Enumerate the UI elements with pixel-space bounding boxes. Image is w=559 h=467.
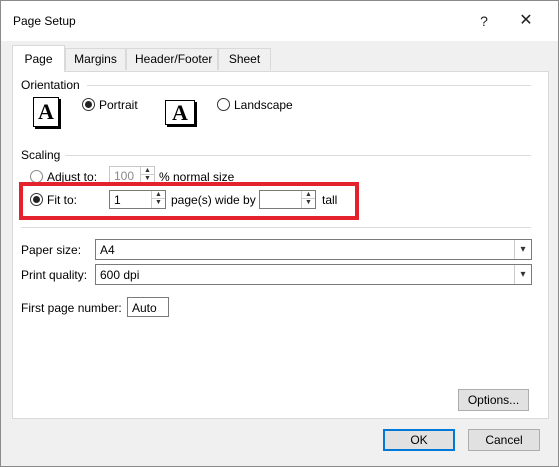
portrait-label[interactable]: Portrait [99,98,138,112]
fit-wide-suffix: page(s) wide by [171,193,256,207]
spin-up-icon[interactable]: ▲ [141,167,154,175]
paper-size-select[interactable]: A4 ▾ [95,239,532,260]
fit-to-label[interactable]: Fit to: [47,193,77,207]
landscape-icon: A [165,100,195,125]
chevron-down-icon[interactable]: ▾ [514,240,531,259]
fit-wide-arrows: ▲ ▼ [151,191,165,208]
help-icon[interactable]: ? [473,10,495,32]
fit-wide-value: 1 [114,193,121,207]
paper-divider [21,227,531,228]
fit-tall-suffix: tall [322,193,338,207]
close-icon[interactable]: ✕ [515,10,537,32]
spin-up-icon[interactable]: ▲ [302,191,315,199]
options-button[interactable]: Options... [458,389,529,411]
fit-to-radio[interactable] [30,193,43,206]
landscape-radio[interactable] [217,98,230,111]
spin-down-icon[interactable]: ▼ [152,199,165,207]
first-page-number-label: First page number: [21,301,122,315]
orientation-divider [87,85,531,86]
tab-sheet[interactable]: Sheet [218,48,271,70]
paper-size-value: A4 [100,243,115,257]
cancel-button[interactable]: Cancel [468,429,540,451]
spin-down-icon[interactable]: ▼ [302,199,315,207]
scaling-divider [65,155,531,156]
tab-page[interactable]: Page [12,45,65,72]
portrait-icon: A [33,97,59,127]
print-quality-select[interactable]: 600 dpi ▾ [95,264,532,285]
adjust-to-value: 100 [114,169,135,183]
tab-margins[interactable]: Margins [65,48,126,70]
paper-size-label: Paper size: [21,243,82,257]
dialog-title: Page Setup [13,14,76,28]
fit-tall-arrows: ▲ ▼ [301,191,315,208]
ok-button[interactable]: OK [383,429,455,451]
page-setup-dialog: Page Setup ? ✕ Page Margins Header/Foote… [0,0,559,467]
fit-wide-spinner[interactable]: 1 ▲ ▼ [109,190,166,209]
landscape-label[interactable]: Landscape [234,98,293,112]
chevron-down-icon[interactable]: ▾ [514,265,531,284]
tab-header-footer[interactable]: Header/Footer [126,48,218,70]
title-bar: Page Setup ? ✕ [1,1,558,41]
print-quality-label: Print quality: [21,268,88,282]
spin-up-icon[interactable]: ▲ [152,191,165,199]
first-page-number-value: Auto [132,301,157,315]
print-quality-value: 600 dpi [100,268,140,282]
portrait-radio[interactable] [82,98,95,111]
fit-tall-spinner[interactable]: ▲ ▼ [259,190,316,209]
orientation-heading: Orientation [21,78,80,92]
first-page-number-input[interactable]: Auto [127,297,169,317]
scaling-heading: Scaling [21,148,61,162]
